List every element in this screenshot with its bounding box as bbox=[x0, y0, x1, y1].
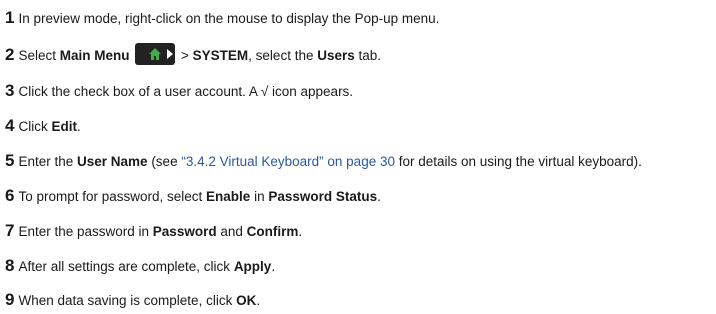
main-menu-label: Main Menu bbox=[59, 48, 130, 63]
step-text: . bbox=[298, 224, 303, 239]
step-number: 7 bbox=[5, 221, 15, 240]
user-name-label: User Name bbox=[77, 154, 148, 169]
step-text: Click bbox=[18, 119, 52, 134]
password-status-label: Password Status bbox=[268, 189, 378, 204]
step-number: 5 bbox=[5, 151, 15, 170]
step-text: In preview mode, right-click on the mous… bbox=[18, 11, 440, 26]
step-text: . bbox=[256, 293, 261, 308]
system-label: SYSTEM bbox=[192, 48, 249, 63]
step-2: 2 Select Main Menu > SYSTEM, select the U… bbox=[5, 43, 382, 66]
step-number: 6 bbox=[5, 186, 15, 205]
step-number: 4 bbox=[5, 116, 15, 135]
step-number: 1 bbox=[5, 8, 15, 27]
instruction-steps: 1 In preview mode, right-click on the mou… bbox=[0, 0, 716, 314]
ok-label: OK bbox=[236, 293, 257, 308]
step-7: 7 Enter the password in Password and Conf… bbox=[5, 222, 302, 241]
home-icon bbox=[135, 43, 176, 66]
step-1: 1 In preview mode, right-click on the mou… bbox=[5, 9, 439, 28]
enable-label: Enable bbox=[206, 189, 251, 204]
submenu-arrow-icon bbox=[167, 49, 174, 60]
users-tab-label: Users bbox=[317, 48, 355, 63]
step-8: 8 After all settings are complete, click … bbox=[5, 257, 275, 276]
step-number: 9 bbox=[5, 290, 15, 309]
step-text: Enter the password in bbox=[18, 224, 153, 239]
virtual-keyboard-link[interactable]: “3.4.2 Virtual Keyboard” on page 30 bbox=[181, 154, 395, 169]
step-text: . bbox=[76, 119, 81, 134]
step-text: > bbox=[177, 48, 193, 63]
step-number: 8 bbox=[5, 256, 15, 275]
step-text: , select the bbox=[248, 48, 318, 63]
house-icon bbox=[149, 48, 162, 61]
step-text: After all settings are complete, click bbox=[18, 259, 234, 274]
step-text: for details on using the virtual keyboar… bbox=[394, 154, 642, 169]
step-6: 6 To prompt for password, select Enable i… bbox=[5, 187, 381, 206]
step-number: 3 bbox=[5, 81, 15, 100]
apply-label: Apply bbox=[233, 259, 272, 274]
step-3: 3 Click the check box of a user account. … bbox=[5, 82, 353, 101]
step-4: 4 Click Edit. bbox=[5, 117, 81, 136]
step-text: To prompt for password, select bbox=[18, 189, 207, 204]
step-text: . bbox=[271, 259, 276, 274]
step-5: 5 Enter the User Name (see “3.4.2 Virtual… bbox=[5, 152, 642, 171]
step-text: (see bbox=[147, 154, 182, 169]
password-label: Password bbox=[152, 224, 217, 239]
step-text: Select bbox=[18, 48, 60, 63]
step-9: 9 When data saving is complete, click OK. bbox=[5, 291, 260, 310]
step-text: . bbox=[377, 189, 381, 204]
step-text: tab. bbox=[354, 48, 382, 63]
edit-label: Edit bbox=[51, 119, 77, 134]
step-text: and bbox=[216, 224, 247, 239]
step-text: Click the check box of a user account. A… bbox=[18, 84, 354, 99]
step-text: When data saving is complete, click bbox=[18, 293, 237, 308]
step-number: 2 bbox=[5, 45, 15, 64]
confirm-label: Confirm bbox=[246, 224, 299, 239]
step-text: in bbox=[250, 189, 269, 204]
step-text: Enter the bbox=[18, 154, 78, 169]
